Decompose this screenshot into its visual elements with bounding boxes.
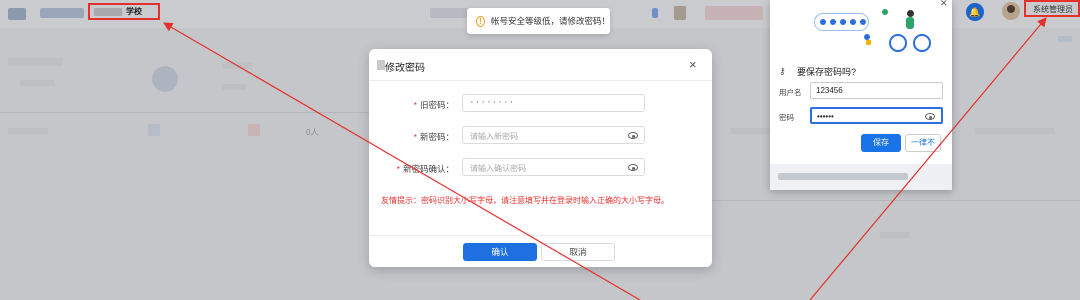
bubble-dot — [820, 19, 826, 25]
save-password-title: 要保存密码吗? — [797, 67, 857, 77]
cancel-button[interactable]: 取消 — [541, 243, 615, 261]
confirm-password-label: * 新密码确认： — [397, 163, 454, 175]
new-password-placeholder: 请输入新密码 — [470, 132, 518, 141]
divider — [369, 235, 712, 236]
save-password-popup: ✕ ⚷ 要保存密码吗? 用户名 123456 密码 •••••• 保存 一律不 — [770, 0, 952, 190]
save-password-illustration: ✕ — [770, 0, 952, 58]
old-password-value: ········ — [470, 96, 516, 108]
username-value: 123456 — [816, 86, 843, 95]
password-value: •••••• — [817, 112, 834, 121]
blurred-text — [40, 8, 84, 18]
rider-head — [907, 10, 914, 17]
eye-icon[interactable] — [925, 113, 935, 120]
blurred-text — [20, 80, 55, 86]
stat-icon — [148, 124, 160, 136]
required-mark: * — [413, 100, 417, 110]
dialog-title: 修改密码 — [385, 63, 425, 74]
new-password-field[interactable]: 请输入新密码 — [462, 126, 645, 144]
new-password-label: * 新密码： — [414, 131, 454, 143]
count-text: 0人 — [306, 128, 319, 137]
logo — [8, 8, 26, 20]
school-name: 学校 — [126, 7, 142, 16]
bell-icon[interactable]: 🔔 — [966, 3, 984, 21]
bubble-dot — [830, 19, 836, 25]
admin-label[interactable]: 系统管理员 — [1033, 4, 1073, 15]
blurred-text — [8, 128, 48, 134]
decoration — [882, 9, 888, 15]
blurred-text — [975, 128, 1055, 134]
required-mark: * — [413, 132, 417, 142]
bubble-dot — [860, 19, 866, 25]
eye-icon[interactable] — [628, 132, 638, 139]
username-input[interactable]: 123456 — [810, 82, 943, 99]
close-icon[interactable]: × — [689, 57, 697, 72]
blurred-text — [778, 173, 908, 180]
stat-icon — [248, 124, 260, 136]
confirm-button[interactable]: 确认 — [463, 243, 537, 261]
security-warning-toast: ! 帐号安全等级低，请修改密码！ — [467, 8, 610, 34]
blurred-text — [94, 8, 122, 16]
divider — [0, 112, 369, 113]
rider-body — [906, 17, 914, 29]
nav-item[interactable] — [674, 6, 686, 20]
confirm-password-placeholder: 请输入确认密码 — [470, 164, 526, 173]
confirm-password-label-text: 新密码确认： — [402, 164, 454, 174]
close-icon[interactable]: ✕ — [940, 0, 948, 9]
warning-icon: ! — [476, 15, 485, 27]
required-mark: * — [396, 164, 400, 174]
blurred-text — [377, 60, 385, 70]
password-tip: 友情提示：密码识别大小写字母，请注意填写并在登录时输入正确的大小写字母。 — [381, 196, 669, 205]
toast-message: 帐号安全等级低，请修改密码！ — [490, 16, 610, 26]
old-password-label: * 旧密码： — [414, 99, 454, 111]
stat-icon — [152, 66, 178, 92]
eye-icon[interactable] — [628, 164, 638, 171]
nav-item[interactable] — [705, 6, 763, 20]
divider — [712, 200, 1080, 201]
old-password-field[interactable]: ········ — [462, 94, 645, 112]
blurred-text — [222, 62, 252, 69]
nav-item[interactable] — [430, 8, 470, 18]
admin-menu-highlight[interactable]: 系统管理员 — [1024, 0, 1080, 17]
confirm-password-field[interactable]: 请输入确认密码 — [462, 158, 645, 176]
decoration — [866, 40, 871, 45]
popup-footer — [770, 164, 952, 190]
blurred-text — [880, 232, 910, 238]
username-label: 用户名 — [779, 88, 802, 97]
dialog-header: 修改密码 × — [369, 49, 712, 81]
blurred-text — [1058, 36, 1072, 42]
avatar[interactable] — [1002, 2, 1020, 20]
bubble-dot — [850, 19, 856, 25]
bike-wheel — [913, 34, 931, 52]
blurred-text — [222, 84, 246, 90]
nav-item[interactable] — [652, 8, 658, 18]
password-label: 密码 — [779, 113, 794, 122]
password-bubble — [814, 13, 869, 31]
password-input[interactable]: •••••• — [810, 107, 943, 124]
bike-wheel — [889, 34, 907, 52]
save-button[interactable]: 保存 — [861, 134, 901, 152]
key-icon: ⚷ — [779, 66, 786, 76]
blurred-text — [730, 128, 770, 134]
bubble-dot — [840, 19, 846, 25]
school-name-highlight: 学校 — [88, 3, 160, 20]
change-password-dialog: 修改密码 × * 旧密码： ········ * 新密码： 请输入新密码 * 新密码确… — [369, 49, 712, 267]
old-password-label-text: 旧密码： — [419, 100, 454, 110]
never-button[interactable]: 一律不 — [905, 134, 941, 152]
new-password-label-text: 新密码： — [419, 132, 454, 142]
blurred-text — [8, 58, 63, 66]
